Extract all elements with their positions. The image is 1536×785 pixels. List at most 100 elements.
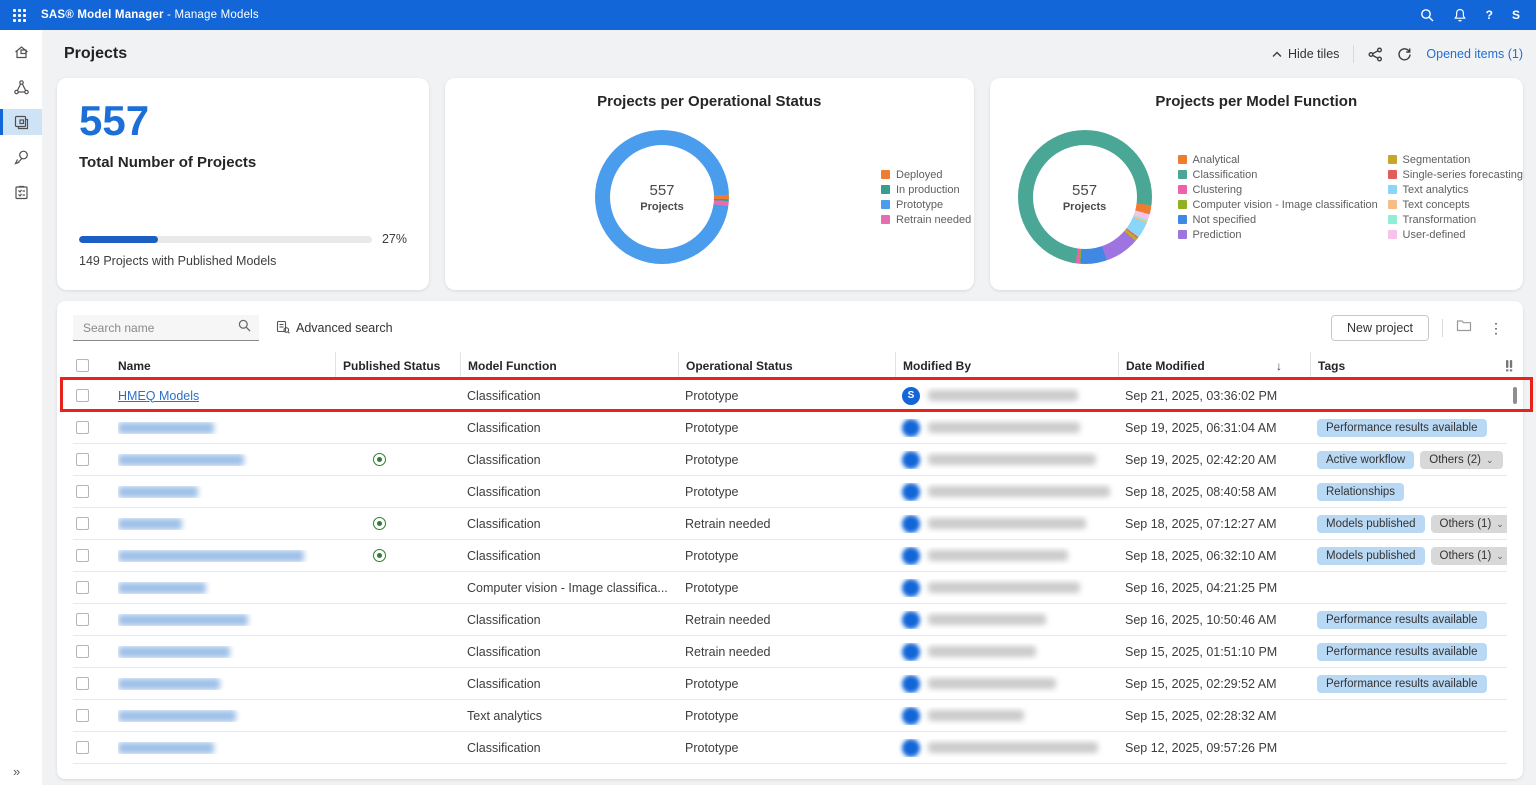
redacted-project-name[interactable] <box>118 454 244 466</box>
tag-pill[interactable]: Performance results available <box>1317 675 1487 693</box>
expand-sidebar-button[interactable]: » <box>13 764 20 779</box>
redacted-project-name[interactable] <box>118 518 182 530</box>
row-checkbox[interactable] <box>76 453 89 466</box>
table-row[interactable]: Classification Prototype Sep 15, 2025, 0… <box>73 668 1507 700</box>
row-checkbox[interactable] <box>76 517 89 530</box>
app-header: SAS® Model Manager - Manage Models ? S <box>0 0 1536 30</box>
user-avatar[interactable]: S <box>1512 8 1520 22</box>
row-checkbox[interactable] <box>76 709 89 722</box>
more-options-kebab-icon[interactable]: ⋮ <box>1485 320 1507 337</box>
row-checkbox[interactable] <box>76 613 89 626</box>
modified-by-cell <box>895 451 1118 469</box>
table-row[interactable]: Classification Prototype Sep 18, 2025, 0… <box>73 476 1507 508</box>
sidebar-item-pipelines[interactable] <box>0 74 42 100</box>
col-header-model-function[interactable]: Model Function <box>460 352 678 379</box>
col-header-date-modified[interactable]: Date Modified ↓ <box>1118 352 1310 379</box>
folder-icon[interactable] <box>1456 319 1472 337</box>
legend-item: Prototype <box>881 199 971 211</box>
tag-others-dropdown[interactable]: Others (2)⌄ <box>1420 451 1502 469</box>
tag-pill[interactable]: Active workflow <box>1317 451 1414 469</box>
project-name-cell <box>118 422 335 434</box>
row-checkbox[interactable] <box>76 581 89 594</box>
tag-pill[interactable]: Performance results available <box>1317 611 1487 629</box>
row-checkbox[interactable] <box>76 389 89 402</box>
col-header-tags[interactable]: Tags <box>1310 352 1507 379</box>
project-link[interactable]: HMEQ Models <box>118 389 199 403</box>
tag-others-dropdown[interactable]: Others (1)⌄ <box>1431 547 1507 565</box>
tag-others-dropdown[interactable]: Others (1)⌄ <box>1431 515 1507 533</box>
row-checkbox[interactable] <box>76 677 89 690</box>
share-icon[interactable] <box>1368 47 1383 62</box>
table-row[interactable]: Classification Prototype Sep 19, 2025, 0… <box>73 412 1507 444</box>
search-icon[interactable] <box>1420 8 1434 22</box>
table-row[interactable]: Classification Retrain needed Sep 16, 20… <box>73 604 1507 636</box>
tag-pill[interactable]: Performance results available <box>1317 643 1487 661</box>
table-row[interactable]: HMEQ Models Classification Prototype S S… <box>73 380 1507 412</box>
redacted-project-name[interactable] <box>118 614 248 626</box>
table-body: HMEQ Models Classification Prototype S S… <box>73 380 1507 764</box>
date-modified-cell: Sep 19, 2025, 02:42:20 AM <box>1118 453 1310 467</box>
sidebar-item-publish[interactable] <box>0 144 42 170</box>
hide-tiles-button[interactable]: Hide tiles <box>1272 47 1339 61</box>
apps-grid-icon[interactable] <box>13 9 26 22</box>
col-header-published-status[interactable]: Published Status <box>335 352 460 379</box>
tag-pill[interactable]: Models published <box>1317 515 1425 533</box>
model-function-cell: Classification <box>460 421 678 435</box>
help-icon[interactable]: ? <box>1486 8 1493 22</box>
legend-label: Analytical <box>1193 154 1240 166</box>
legend-swatch <box>1388 230 1397 239</box>
new-project-button[interactable]: New project <box>1331 315 1429 341</box>
row-checkbox[interactable] <box>76 549 89 562</box>
select-all-checkbox[interactable] <box>76 359 89 372</box>
table-row[interactable]: Computer vision - Image classifica... Pr… <box>73 572 1507 604</box>
redacted-project-name[interactable] <box>118 742 214 754</box>
opened-items-link[interactable]: Opened items (1) <box>1426 47 1523 61</box>
modified-by-avatar <box>902 675 920 693</box>
col-header-modified-by[interactable]: Modified By <box>895 352 1118 379</box>
redacted-project-name[interactable] <box>118 550 304 562</box>
col-header-operational-status[interactable]: Operational Status <box>678 352 895 379</box>
refresh-icon[interactable] <box>1397 47 1412 62</box>
table-row[interactable]: Classification Retrain needed Sep 15, 20… <box>73 636 1507 668</box>
tag-pill[interactable]: Models published <box>1317 547 1425 565</box>
model-function-donut: 557 Projects <box>1018 130 1152 264</box>
search-input[interactable] <box>81 320 238 336</box>
search-icon[interactable] <box>238 319 251 337</box>
legend-item: Text concepts <box>1388 199 1523 211</box>
legend-column: SegmentationSingle-series forecastingTex… <box>1388 151 1523 244</box>
table-row[interactable]: Classification Prototype Sep 19, 2025, 0… <box>73 444 1507 476</box>
tag-pill[interactable]: Performance results available <box>1317 419 1487 437</box>
redacted-project-name[interactable] <box>118 646 230 658</box>
legend-item: Computer vision - Image classification <box>1178 199 1374 211</box>
redacted-project-name[interactable] <box>118 486 198 498</box>
date-modified-cell: Sep 18, 2025, 08:40:58 AM <box>1118 485 1310 499</box>
legend-label: Prediction <box>1193 229 1242 241</box>
advanced-search-button[interactable]: Advanced search <box>276 320 393 337</box>
published-icon <box>373 517 386 530</box>
model-function-cell: Classification <box>460 645 678 659</box>
sidebar-item-home[interactable] <box>0 39 42 65</box>
sidebar-item-projects[interactable] <box>0 109 42 135</box>
col-header-name[interactable]: Name <box>118 352 335 379</box>
tag-pill[interactable]: Relationships <box>1317 483 1404 501</box>
column-settings-icon[interactable] <box>1505 359 1513 375</box>
table-row[interactable]: Text analytics Prototype Sep 15, 2025, 0… <box>73 700 1507 732</box>
legend-swatch <box>1178 170 1187 179</box>
table-row[interactable]: Classification Prototype Sep 18, 2025, 0… <box>73 540 1507 572</box>
sort-descending-icon[interactable]: ↓ <box>1276 359 1282 373</box>
table-row[interactable]: Classification Retrain needed Sep 18, 20… <box>73 508 1507 540</box>
notifications-bell-icon[interactable] <box>1453 8 1467 22</box>
row-checkbox[interactable] <box>76 421 89 434</box>
row-checkbox[interactable] <box>76 741 89 754</box>
modified-by-cell <box>895 515 1118 533</box>
redacted-project-name[interactable] <box>118 422 214 434</box>
redacted-project-name[interactable] <box>118 710 236 722</box>
row-checkbox[interactable] <box>76 645 89 658</box>
legend-label: Prototype <box>896 199 943 211</box>
row-checkbox[interactable] <box>76 485 89 498</box>
redacted-project-name[interactable] <box>118 582 206 594</box>
sidebar-item-tasks[interactable] <box>0 179 42 205</box>
table-row[interactable]: Classification Prototype Sep 12, 2025, 0… <box>73 732 1507 764</box>
redacted-project-name[interactable] <box>118 678 220 690</box>
vertical-scrollbar-thumb[interactable] <box>1513 387 1517 404</box>
